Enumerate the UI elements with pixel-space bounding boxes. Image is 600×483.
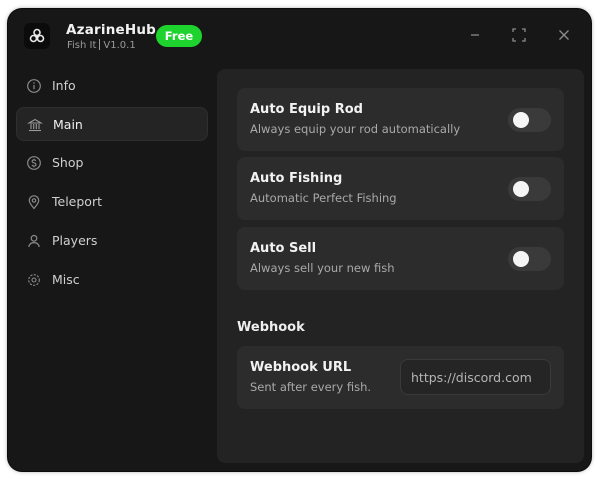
- close-button[interactable]: [552, 23, 576, 47]
- bank-icon: [27, 118, 43, 132]
- sidebar-item-teleport[interactable]: Teleport: [16, 185, 208, 219]
- sidebar-item-label: Teleport: [52, 194, 102, 209]
- minimize-button[interactable]: [463, 23, 487, 47]
- main-panel: Auto Equip Rod Always equip your rod aut…: [217, 69, 584, 463]
- biohazard-logo-icon: [29, 28, 45, 43]
- card-description: Automatic Perfect Fishing: [250, 191, 397, 205]
- auto-fishing-toggle[interactable]: [508, 177, 551, 201]
- sidebar-item-misc[interactable]: Misc: [16, 263, 208, 297]
- toggle-knob: [513, 181, 529, 197]
- minimize-icon: [471, 34, 479, 36]
- sidebar-item-shop[interactable]: Shop: [16, 146, 208, 180]
- sidebar-item-label: Misc: [52, 272, 80, 287]
- app-version: V1.0.1: [103, 40, 136, 51]
- webhook-section-title: Webhook: [237, 320, 305, 335]
- sidebar-item-players[interactable]: Players: [16, 224, 208, 258]
- sidebar-item-label: Shop: [52, 155, 84, 170]
- sidebar-item-label: Players: [52, 233, 98, 248]
- info-icon: [27, 79, 41, 93]
- card-title: Auto Sell: [250, 241, 317, 256]
- map-pin-icon: [28, 195, 40, 210]
- app-window: AzarineHub Fish It V1.0.1 Free Info Main…: [8, 9, 591, 471]
- subtitle-divider: [99, 39, 101, 50]
- auto-equip-rod-toggle[interactable]: [508, 108, 551, 132]
- sidebar-item-label: Main: [53, 117, 83, 132]
- card-description: Always sell your new fish: [250, 261, 395, 275]
- sidebar-item-info[interactable]: Info: [16, 69, 208, 103]
- gear-icon: [28, 274, 40, 286]
- plan-badge: Free: [156, 25, 202, 47]
- app-title: AzarineHub: [66, 22, 157, 38]
- sidebar-item-label: Info: [52, 78, 76, 93]
- webhook-url-input[interactable]: [400, 359, 551, 395]
- close-icon: [559, 30, 569, 40]
- sidebar-item-main[interactable]: Main: [16, 107, 208, 141]
- app-logo: [24, 23, 50, 49]
- app-subtitle: Fish It V1.0.1: [67, 39, 136, 51]
- toggle-knob: [513, 251, 529, 267]
- auto-equip-rod-card: Auto Equip Rod Always equip your rod aut…: [237, 88, 564, 151]
- maximize-icon: [512, 28, 526, 42]
- dollar-icon: [27, 156, 41, 170]
- auto-sell-card: Auto Sell Always sell your new fish: [237, 227, 564, 290]
- maximize-button[interactable]: [507, 23, 531, 47]
- card-description: Always equip your rod automatically: [250, 122, 461, 136]
- auto-fishing-card: Auto Fishing Automatic Perfect Fishing: [237, 157, 564, 220]
- user-icon: [28, 234, 40, 248]
- auto-sell-toggle[interactable]: [508, 247, 551, 271]
- game-name: Fish It: [67, 40, 97, 51]
- webhook-url-card: Webhook URL Sent after every fish.: [237, 346, 564, 409]
- card-title: Auto Fishing: [250, 171, 343, 186]
- toggle-knob: [513, 112, 529, 128]
- card-title: Webhook URL: [250, 360, 352, 375]
- card-description: Sent after every fish.: [250, 380, 372, 394]
- card-title: Auto Equip Rod: [250, 102, 363, 117]
- sidebar: Info Main Shop Teleport Players Misc: [8, 69, 216, 469]
